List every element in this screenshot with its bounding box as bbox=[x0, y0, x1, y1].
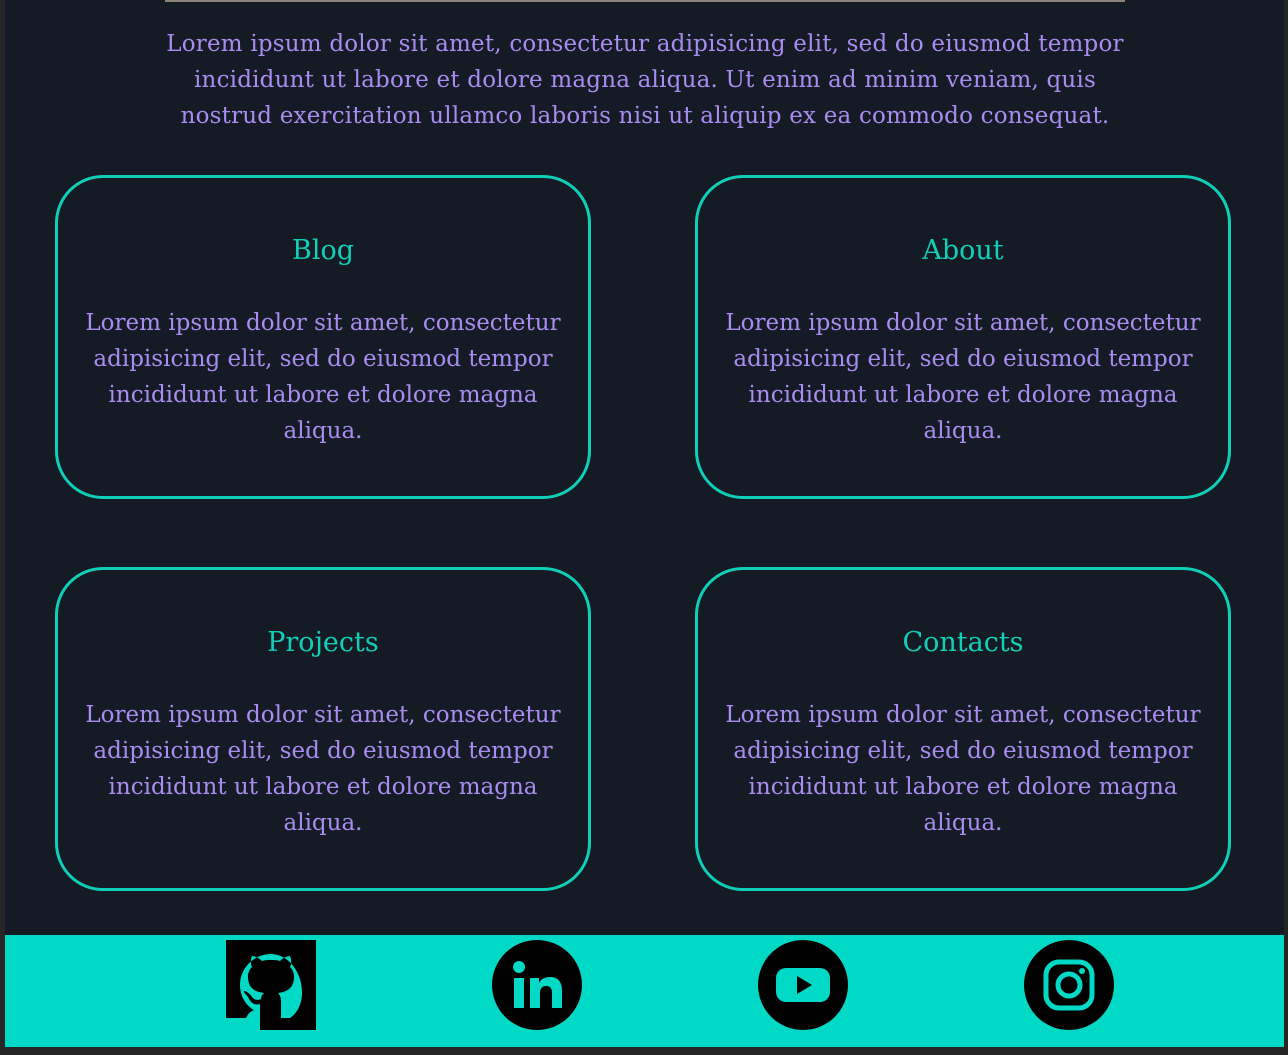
card-title: Projects bbox=[267, 627, 379, 658]
card-text: Lorem ipsum dolor sit amet, consectetur … bbox=[85, 702, 561, 836]
card-title: Contacts bbox=[902, 627, 1024, 658]
instagram-icon bbox=[1024, 940, 1114, 1030]
card-contacts[interactable]: Contacts Lorem ipsum dolor sit amet, con… bbox=[695, 567, 1231, 891]
card-blog[interactable]: Blog Lorem ipsum dolor sit amet, consect… bbox=[55, 175, 591, 499]
youtube-link[interactable] bbox=[758, 940, 848, 1030]
instagram-link[interactable] bbox=[1024, 940, 1114, 1030]
github-icon bbox=[226, 940, 316, 1030]
card-projects[interactable]: Projects Lorem ipsum dolor sit amet, con… bbox=[55, 567, 591, 891]
linkedin-link[interactable] bbox=[492, 940, 582, 1030]
page: Lorem ipsum dolor sit amet, consectetur … bbox=[5, 0, 1284, 1047]
card-title: About bbox=[922, 235, 1004, 266]
hero-image bbox=[165, 0, 1125, 2]
card-about[interactable]: About Lorem ipsum dolor sit amet, consec… bbox=[695, 175, 1231, 499]
github-link[interactable] bbox=[226, 940, 316, 1030]
intro-text: Lorem ipsum dolor sit amet, consectetur … bbox=[166, 31, 1124, 129]
card-text: Lorem ipsum dolor sit amet, consectetur … bbox=[725, 702, 1201, 836]
linkedin-icon bbox=[492, 940, 582, 1030]
card-title: Blog bbox=[291, 235, 354, 266]
card-text: Lorem ipsum dolor sit amet, consectetur … bbox=[85, 310, 561, 444]
youtube-icon bbox=[758, 940, 848, 1030]
footer bbox=[5, 935, 1284, 1047]
card-text: Lorem ipsum dolor sit amet, consectetur … bbox=[725, 310, 1201, 444]
